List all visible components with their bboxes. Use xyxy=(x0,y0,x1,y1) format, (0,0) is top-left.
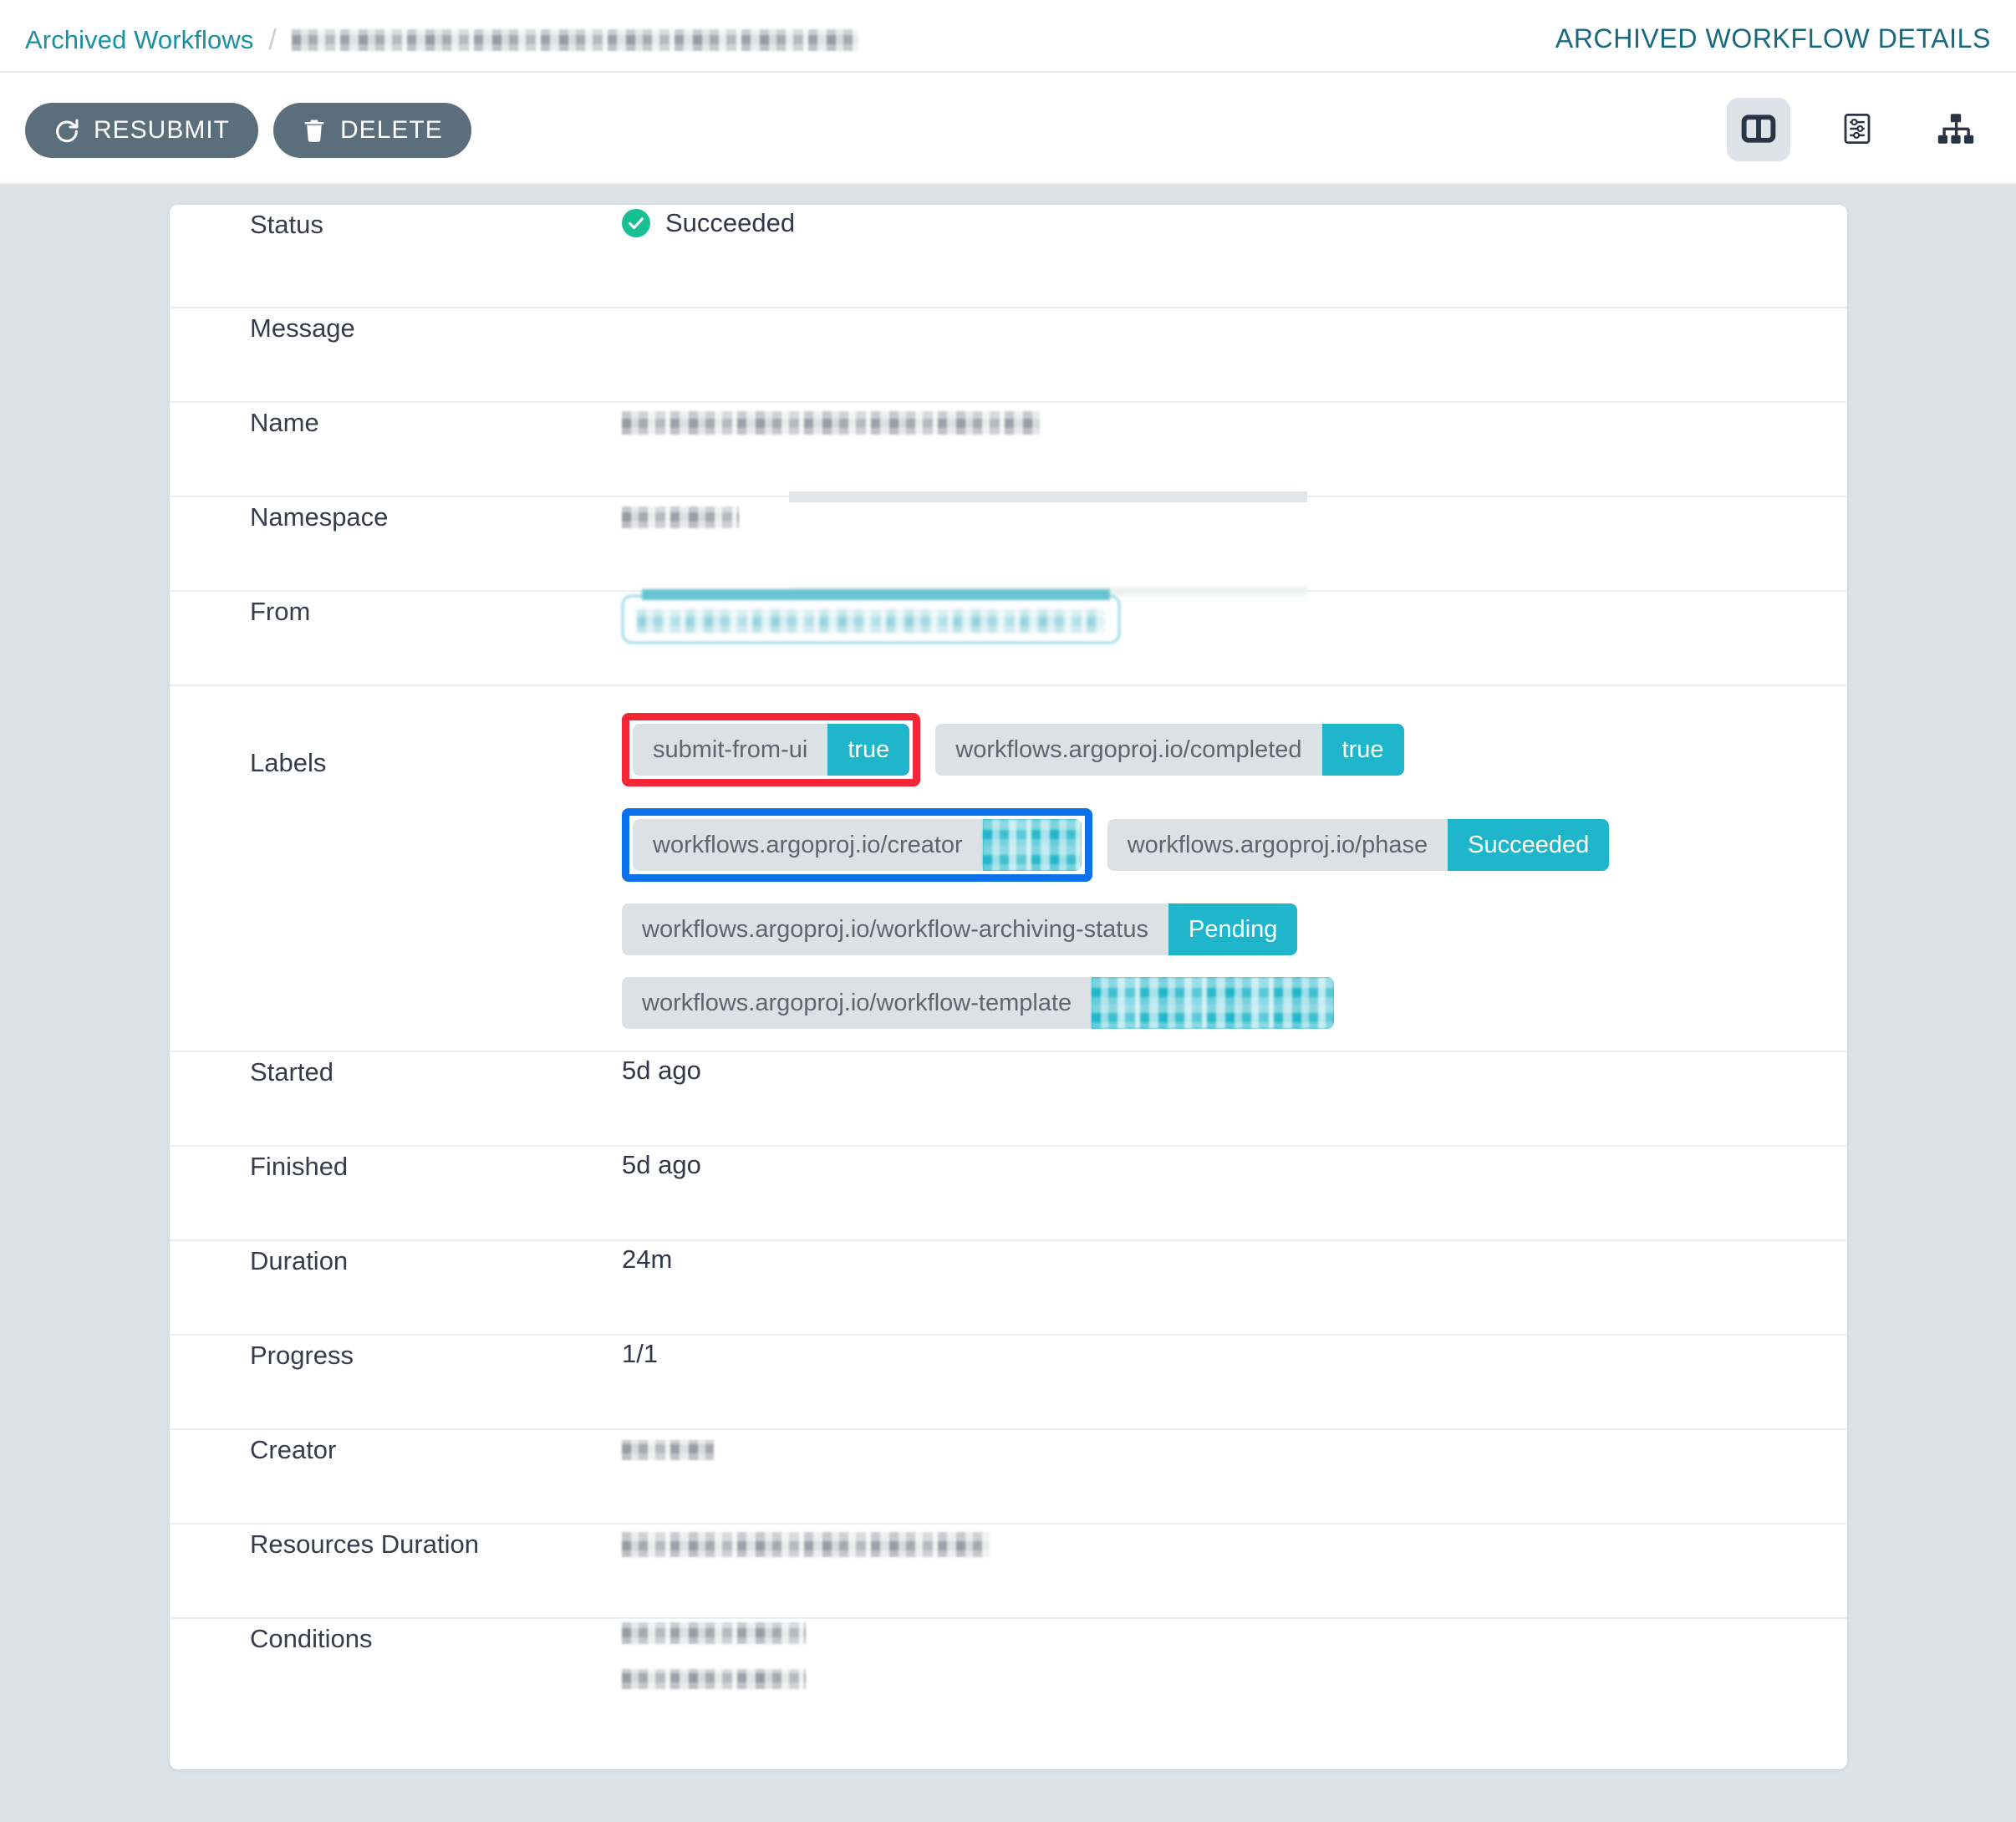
label-chip-key: workflows.argoproj.io/workflow-template xyxy=(622,977,1092,1029)
labels-row-3: workflows.argoproj.io/workflow-archiving… xyxy=(622,903,1298,955)
labels-row-4: workflows.argoproj.io/workflow-template xyxy=(622,977,1335,1029)
creator-value-redacted xyxy=(982,819,1082,871)
detail-row-labels: Labels submit-from-ui true workflows.arg… xyxy=(170,686,1847,1052)
message-value xyxy=(622,308,1767,342)
detail-row-name: Name xyxy=(170,403,1847,502)
detail-row-duration: Duration 24m xyxy=(170,1241,1847,1336)
creator-value-redacted-text xyxy=(622,1439,714,1460)
detail-row-status: Status Succeeded xyxy=(170,205,1847,308)
started-value: 5d ago xyxy=(622,1056,701,1085)
workflow-yaml-view-button[interactable] xyxy=(1825,98,1889,161)
highlight-box-blue: workflows.argoproj.io/creator xyxy=(622,808,1092,882)
breadcrumb-archived-workflows-link[interactable]: Archived Workflows xyxy=(25,25,253,55)
workflow-graph-view-button[interactable] xyxy=(1924,98,1988,161)
name-label: Name xyxy=(250,408,319,437)
detail-row-message: Message xyxy=(170,308,1847,403)
label-chip-phase[interactable]: workflows.argoproj.io/phase Succeeded xyxy=(1107,819,1610,871)
from-label: From xyxy=(250,597,311,626)
labels-row-1: submit-from-ui true workflows.argoproj.i… xyxy=(622,713,1404,786)
detail-row-creator: Creator xyxy=(170,1430,1847,1524)
conditions-label: Conditions xyxy=(250,1624,373,1653)
from-value xyxy=(622,587,1767,644)
label-chip-value: Pending xyxy=(1168,903,1298,955)
creator-value xyxy=(622,1430,1767,1463)
detail-row-progress: Progress 1/1 xyxy=(170,1336,1847,1430)
workflow-template-value-redacted xyxy=(1092,977,1335,1029)
breadcrumb-current-workflow-name-redacted xyxy=(291,29,858,51)
duration-label: Duration xyxy=(250,1246,349,1275)
label-chip-key: workflows.argoproj.io/completed xyxy=(935,724,1322,776)
status-label: Status xyxy=(250,210,323,239)
redo-icon xyxy=(53,117,80,144)
label-chip-completed[interactable]: workflows.argoproj.io/completed true xyxy=(935,724,1404,776)
labels-list: submit-from-ui true workflows.argoproj.i… xyxy=(622,711,1767,1029)
label-chip-key: workflows.argoproj.io/phase xyxy=(1107,819,1448,871)
progress-value: 1/1 xyxy=(622,1339,659,1368)
conditions-value xyxy=(622,1619,1767,1689)
detail-row-finished: Finished 5d ago xyxy=(170,1147,1847,1241)
started-label: Started xyxy=(250,1057,333,1087)
resubmit-button-label: RESUBMIT xyxy=(94,116,231,144)
labels-value: submit-from-ui true workflows.argoproj.i… xyxy=(622,708,1767,1029)
name-value-redacted xyxy=(622,410,1040,435)
breadcrumb-separator: / xyxy=(268,23,277,56)
finished-value: 5d ago xyxy=(622,1150,701,1179)
label-chip-key: submit-from-ui xyxy=(633,724,828,776)
content-area: Status Succeeded Message Name Namespace … xyxy=(0,185,2016,1822)
label-chip-workflow-archiving-status[interactable]: workflows.argoproj.io/workflow-archiving… xyxy=(622,903,1298,955)
namespace-value xyxy=(622,497,1767,531)
page-title: ARCHIVED WORKFLOW DETAILS xyxy=(1555,23,1991,53)
label-chip-submit-from-ui[interactable]: submit-from-ui true xyxy=(633,724,910,776)
from-workflow-template-link[interactable] xyxy=(622,589,1120,644)
delete-button[interactable]: DELETE xyxy=(273,103,471,158)
resources-duration-label: Resources Duration xyxy=(250,1529,479,1559)
resources-duration-value xyxy=(622,1524,1767,1558)
label-chip-value-redacted xyxy=(982,819,1082,871)
view-toggle-group xyxy=(1727,98,1988,161)
trash-icon xyxy=(302,117,327,144)
sitemap-icon xyxy=(1937,112,1975,148)
label-chip-value: true xyxy=(1321,724,1404,776)
sliders-document-icon xyxy=(1840,111,1875,149)
status-text: Succeeded xyxy=(665,208,796,237)
check-circle-icon xyxy=(622,209,650,237)
label-chip-value: Succeeded xyxy=(1448,819,1610,871)
status-value: Succeeded xyxy=(622,205,1767,238)
delete-button-label: DELETE xyxy=(340,116,443,144)
label-chip-workflow-template[interactable]: workflows.argoproj.io/workflow-template xyxy=(622,977,1335,1029)
conditions-line-1-redacted xyxy=(622,1622,806,1644)
duration-value: 24m xyxy=(622,1244,673,1274)
highlight-box-red: submit-from-ui true xyxy=(622,713,921,786)
workflow-details-card: Status Succeeded Message Name Namespace … xyxy=(170,205,1847,1769)
creator-label: Creator xyxy=(250,1435,337,1464)
split-panel-icon xyxy=(1740,110,1777,150)
split-panel-view-button[interactable] xyxy=(1727,98,1790,161)
label-chip-key: workflows.argoproj.io/workflow-archiving… xyxy=(622,903,1168,955)
action-bar: RESUBMIT DELETE xyxy=(0,73,2016,185)
label-chip-creator[interactable]: workflows.argoproj.io/creator xyxy=(633,819,1082,871)
finished-label: Finished xyxy=(250,1152,349,1181)
progress-label: Progress xyxy=(250,1341,354,1370)
namespace-value-redacted xyxy=(622,506,739,528)
detail-row-started: Started 5d ago xyxy=(170,1052,1847,1147)
detail-row-resources-duration: Resources Duration xyxy=(170,1524,1847,1619)
labels-label: Labels xyxy=(250,748,327,777)
detail-row-conditions: Conditions xyxy=(170,1619,1847,1774)
detail-row-namespace: Namespace xyxy=(170,497,1847,592)
action-button-group: RESUBMIT DELETE xyxy=(25,103,471,158)
detail-row-from: From xyxy=(170,587,1847,686)
breadcrumb: Archived Workflows / xyxy=(25,23,858,57)
namespace-label: Namespace xyxy=(250,502,389,532)
label-chip-value: true xyxy=(827,724,910,776)
from-value-redacted xyxy=(637,608,1105,633)
conditions-line-2-redacted xyxy=(622,1669,806,1689)
message-label: Message xyxy=(250,313,355,343)
resubmit-button[interactable]: RESUBMIT xyxy=(25,103,259,158)
top-bar: Archived Workflows / ARCHIVED WORKFLOW D… xyxy=(0,0,2016,73)
name-value xyxy=(622,403,1767,436)
label-chip-key: workflows.argoproj.io/creator xyxy=(633,819,983,871)
labels-row-2: workflows.argoproj.io/creator workflows.… xyxy=(622,808,1610,882)
resources-duration-value-redacted xyxy=(622,1531,990,1557)
label-chip-value-redacted xyxy=(1092,977,1335,1029)
